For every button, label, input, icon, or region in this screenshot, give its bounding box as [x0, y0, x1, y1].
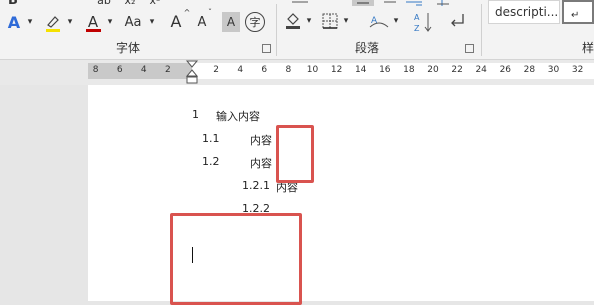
- chevron-down-icon[interactable]: ▾: [104, 14, 116, 30]
- change-case-button[interactable]: Aa: [120, 12, 146, 32]
- ruler-number: 18: [403, 65, 415, 75]
- heading-1-text[interactable]: 输入内容: [216, 108, 260, 124]
- chevron-down-icon[interactable]: ▾: [303, 13, 315, 29]
- chevron-down-icon[interactable]: ▾: [64, 14, 76, 30]
- heading-1-2-1-number: 1.2.1: [242, 179, 270, 192]
- strikethrough-button[interactable]: ab: [94, 0, 114, 7]
- heading-1-2-text[interactable]: 内容: [250, 155, 272, 171]
- caret-down-icon: ˇ: [208, 7, 212, 17]
- list-icon[interactable]: [290, 0, 310, 4]
- show-hide-button[interactable]: [446, 10, 468, 32]
- ruler-number: 14: [354, 65, 367, 75]
- styles-group-label: 样: [582, 41, 594, 55]
- font-color-button[interactable]: A: [82, 12, 104, 34]
- align-left-button[interactable]: [352, 0, 374, 6]
- ruler-number: 6: [116, 65, 123, 75]
- group-separator: [276, 4, 277, 56]
- indent-icon[interactable]: [403, 0, 425, 8]
- heading-1-number: 1: [192, 108, 199, 121]
- document-area: 1 输入内容 1.1 内容 1.2 内容 1.2.1 内容 1.2.2: [0, 85, 594, 305]
- style-description[interactable]: descripti...: [488, 0, 560, 24]
- superscript-button[interactable]: x²: [145, 0, 165, 7]
- return-arrow-icon: [451, 14, 464, 27]
- style-normal[interactable]: ↵: [562, 0, 594, 24]
- highlighter-icon: [46, 16, 60, 32]
- ruler-number: 4: [140, 65, 147, 75]
- chevron-down-icon[interactable]: ▾: [340, 13, 352, 29]
- asian-layout-button[interactable]: A: [368, 12, 390, 32]
- ribbon: B ab x₂ x² A ▾ ▾ A ▾ Aa ▾ A ^ A ˇ A 字 字体: [0, 0, 594, 60]
- asian-layout-icon: A: [369, 16, 389, 28]
- highlight-box-upper: [276, 125, 314, 183]
- highlight-box-lower: [170, 213, 302, 305]
- ruler-number: 12: [330, 65, 343, 75]
- sort-icon: A Z: [414, 13, 432, 33]
- chevron-down-icon[interactable]: ▾: [146, 14, 158, 30]
- ruler-number: 28: [523, 65, 536, 75]
- caret-up-icon: ^: [183, 7, 191, 17]
- svg-text:Z: Z: [414, 24, 420, 33]
- align-center-icon[interactable]: [380, 0, 400, 4]
- subscript-button[interactable]: x₂: [120, 0, 140, 7]
- ruler-number: 6: [261, 65, 268, 75]
- ruler-number: 2: [213, 65, 219, 75]
- bold-button[interactable]: B: [6, 0, 20, 8]
- horizontal-ruler[interactable]: 8642 2 4 6 8 10 12 14 16 18 20 22 24 26 28 30 32: [0, 60, 594, 85]
- ruler-number: 24: [475, 65, 487, 75]
- ruler-number: 4: [237, 65, 244, 75]
- ruler-number: 8: [92, 65, 99, 75]
- indent-marker-icon[interactable]: [185, 60, 199, 86]
- borders-button[interactable]: [320, 11, 340, 31]
- paragraph-mark-icon: ↵: [571, 9, 580, 21]
- heading-1-1-text[interactable]: 内容: [250, 132, 272, 148]
- highlight-button[interactable]: [42, 12, 64, 34]
- enclose-characters-button[interactable]: 字: [245, 12, 265, 32]
- ruler-number: 22: [451, 65, 463, 75]
- group-separator: [481, 4, 482, 56]
- ruler-number: 10: [306, 65, 319, 75]
- ruler-number: 32: [571, 65, 584, 75]
- ruler-number: 8: [285, 65, 292, 75]
- dialog-launcher-icon[interactable]: [465, 44, 474, 53]
- heading-1-2-number: 1.2: [202, 155, 220, 168]
- line-spacing-icon[interactable]: [433, 0, 451, 8]
- font-group-label: 字体: [116, 41, 141, 55]
- document-page[interactable]: 1 输入内容 1.1 内容 1.2 内容 1.2.1 内容 1.2.2: [88, 85, 594, 305]
- chevron-down-icon[interactable]: ▾: [24, 14, 36, 30]
- dialog-launcher-icon[interactable]: [262, 44, 271, 53]
- paragraph-group-label: 段落: [355, 41, 380, 55]
- ruler-number: 30: [547, 65, 560, 75]
- svg-text:A: A: [414, 13, 420, 22]
- paint-bucket-icon: [286, 13, 300, 29]
- ruler-number: 2: [165, 65, 171, 75]
- ruler-number: 20: [427, 65, 439, 75]
- borders-icon: [322, 13, 338, 29]
- ruler-number: 26: [499, 65, 512, 75]
- chevron-down-icon[interactable]: ▾: [390, 13, 402, 29]
- character-shading-button[interactable]: A: [222, 12, 240, 32]
- ruler-number: 16: [379, 65, 391, 75]
- sort-button[interactable]: A Z: [412, 10, 434, 34]
- heading-1-1-number: 1.1: [202, 132, 220, 145]
- font-color-swatch: [85, 28, 101, 32]
- shading-button[interactable]: [283, 10, 303, 30]
- font-color-letter: A: [87, 12, 99, 31]
- style-description-label: descripti...: [495, 5, 559, 19]
- text-effects-button[interactable]: A: [4, 12, 24, 32]
